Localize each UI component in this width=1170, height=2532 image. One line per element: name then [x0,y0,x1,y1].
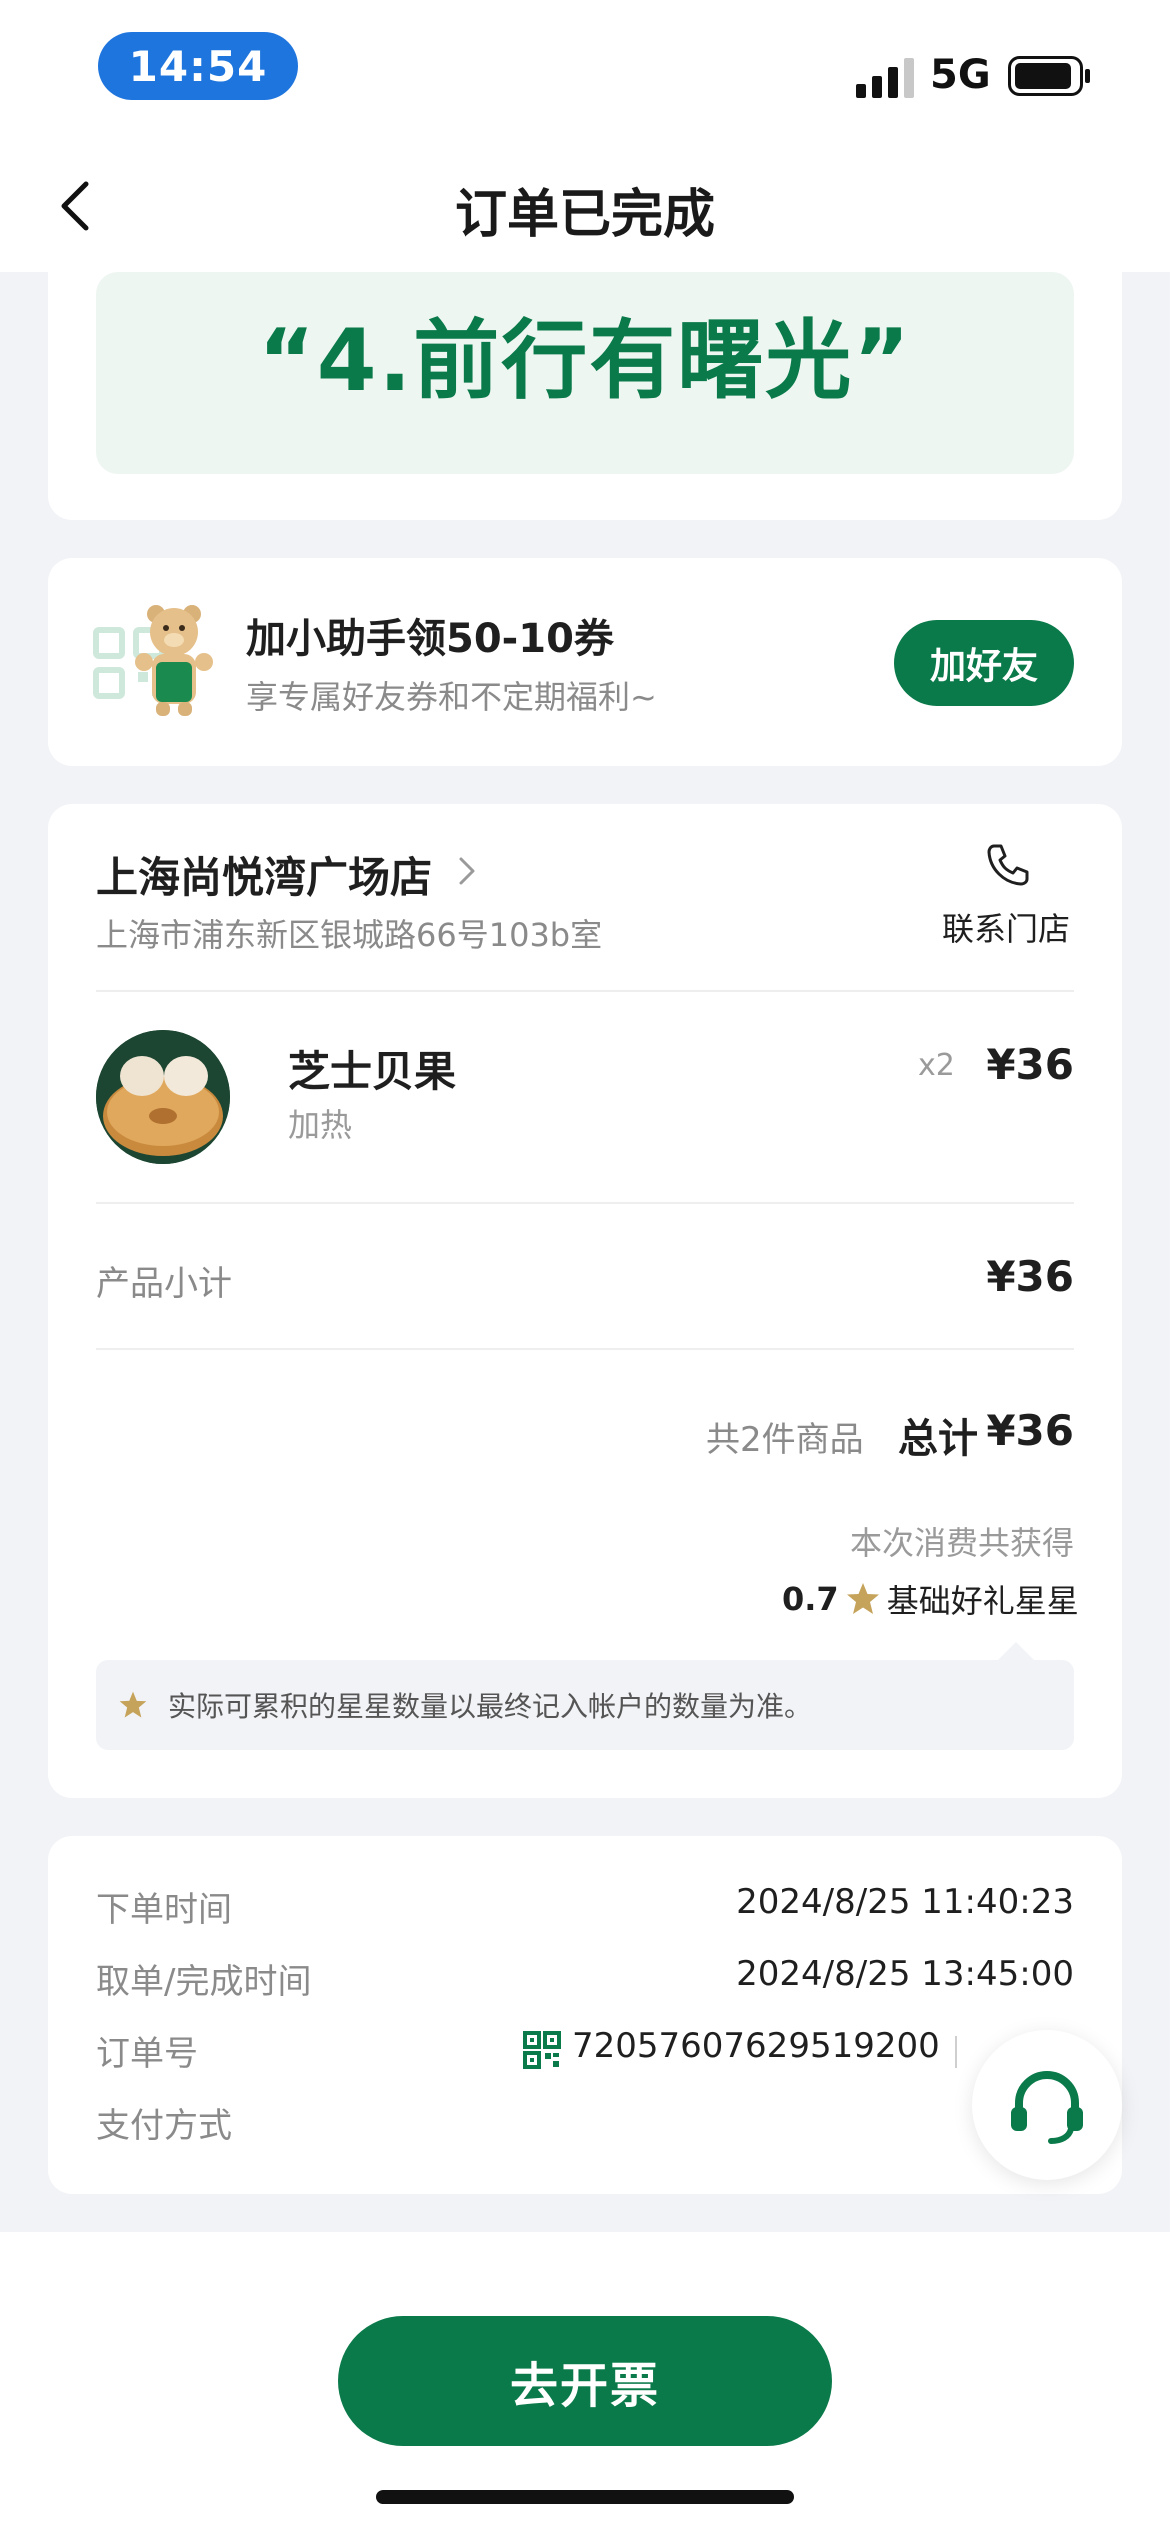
quote-text: “4.前行有曙光” [258,311,912,411]
divider [96,990,1074,992]
payment-method-label: 支付方式 [96,2106,232,2146]
quote-box: “4.前行有曙光” [96,272,1074,474]
headset-icon [1011,2070,1083,2144]
notice-caret [998,1642,1034,1660]
product-image [96,1030,230,1164]
customer-service-button[interactable] [972,2030,1122,2180]
chevron-right-icon[interactable] [458,856,476,886]
product-name: 芝士贝果 [288,1047,457,1096]
invoice-button[interactable]: 去开票 [338,2316,832,2446]
phone-icon[interactable] [984,842,1030,888]
product-price: ¥36 [986,1040,1074,1089]
stars-notice: 实际可累积的星星数量以最终记入帐户的数量为准。 [96,1660,1074,1750]
total-value: ¥36 [986,1406,1074,1455]
contact-store-label[interactable]: 联系门店 [942,904,1070,950]
complete-time-label: 取单/完成时间 [96,1962,312,2002]
promo-title: 加小助手领50-10券 [246,616,614,662]
total-label: 总计 [898,1416,978,1462]
star-icon [846,1583,879,1614]
order-number-value: 72057607629519200 [572,2026,940,2066]
battery-icon [1008,56,1090,96]
bagel-icon [96,1030,230,1164]
divider [96,1202,1074,1204]
page-title: 订单已完成 [454,185,715,245]
order-number-label: 订单号 [96,2034,198,2074]
divider [96,1348,1074,1350]
stars-earned-row: 0.7 基础好礼星星 [782,1576,1079,1622]
product-quantity: x2 [918,1048,955,1083]
stars-label: 基础好礼星星 [886,1582,1079,1620]
separator [955,2036,957,2068]
home-indicator [376,2490,794,2504]
store-address: 上海市浦东新区银城路66号103b室 [96,916,603,954]
store-name[interactable]: 上海尚悦湾广场店 [96,844,432,905]
bear-mascot-icon [135,605,213,716]
star-icon [119,1691,147,1718]
stars-earned-label: 本次消费共获得 [849,1524,1074,1562]
promo-subtitle: 享专属好友券和不定期福利~ [246,678,657,716]
subtotal-label: 产品小计 [96,1264,232,1304]
complete-time-value: 2024/8/25 13:45:00 [736,1954,1074,1994]
stars-value: 0.7 [782,1580,839,1618]
items-count: 共2件商品 [706,1420,864,1460]
product-option: 加热 [288,1106,353,1144]
subtotal-value: ¥36 [986,1252,1074,1301]
order-time-value: 2024/8/25 11:40:23 [736,1882,1074,1922]
signal-icon [856,58,914,98]
qr-code-icon[interactable] [522,2030,562,2070]
network-label: 5G [930,52,991,98]
notice-text: 实际可累积的星星数量以最终记入帐户的数量为准。 [168,1690,813,1723]
status-time: 14:54 [98,32,298,100]
add-friend-button[interactable]: 加好友 [894,620,1074,706]
order-time-label: 下单时间 [96,1890,232,1930]
